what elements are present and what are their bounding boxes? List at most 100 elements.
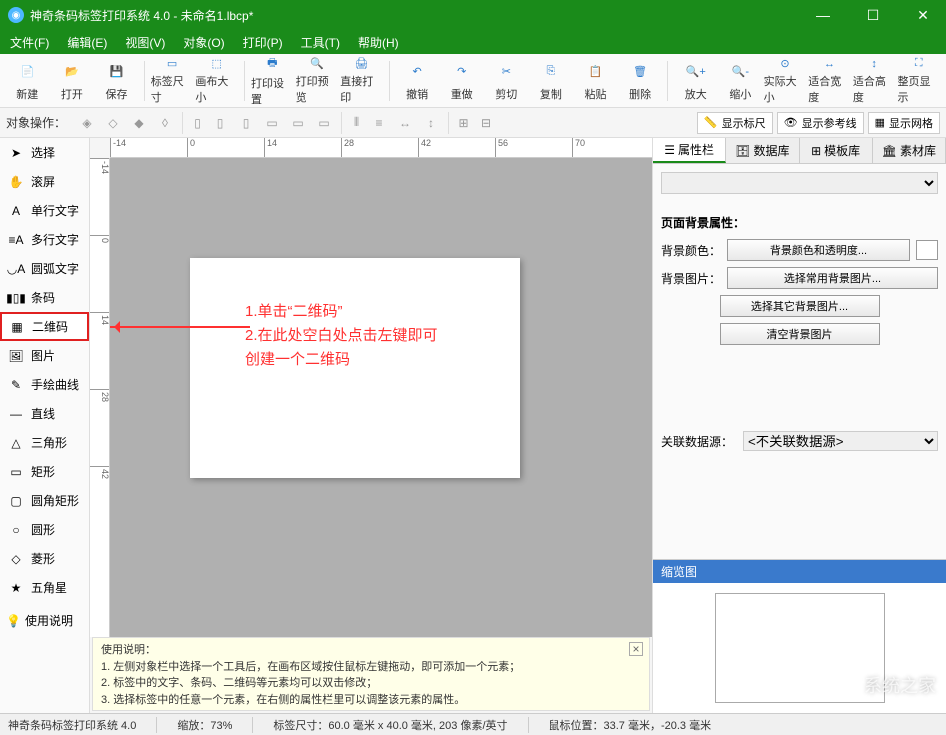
zoomin-button[interactable]: 🔍+放大 (674, 57, 717, 105)
object-tool-textA[interactable]: A单行文字 (0, 196, 89, 225)
bgcolor-label: 背景颜色： (661, 242, 721, 259)
align-top-icon[interactable]: ▭ (260, 112, 284, 134)
object-tool-image[interactable]: 🖼图片 (0, 341, 89, 370)
tab-3[interactable]: 🏛素材库 (873, 138, 946, 163)
undo-icon: ↶ (405, 60, 429, 84)
object-tool-qr[interactable]: ▦二维码 (0, 312, 89, 341)
menubar: 文件(F) 编辑(E) 视图(V) 对象(O) 打印(P) 工具(T) 帮助(H) (0, 30, 946, 54)
align-bottom-icon[interactable]: ▭ (312, 112, 336, 134)
object-tool-barcode[interactable]: ▮▯▮条码 (0, 283, 89, 312)
redo-button[interactable]: ↷重做 (440, 57, 483, 105)
menu-item[interactable]: 文件(F) (10, 34, 49, 51)
layer4-icon[interactable]: ◊ (153, 112, 177, 134)
menu-item[interactable]: 对象(O) (183, 34, 224, 51)
object-tool-hand[interactable]: ✋滚屏 (0, 167, 89, 196)
align-center-icon[interactable]: ▯ (208, 112, 232, 134)
object-tool-star[interactable]: ★五角星 (0, 573, 89, 602)
menu-item[interactable]: 帮助(H) (358, 34, 399, 51)
object-tool-textMulti[interactable]: ≡A多行文字 (0, 225, 89, 254)
maximize-button[interactable]: ☐ (858, 7, 888, 24)
window-title: 神奇条码标签打印系统 4.0 - 未命名1.lbcp* (30, 7, 808, 24)
group-icon[interactable]: ⊞ (448, 112, 472, 134)
object-tool-circle[interactable]: ○圆形 (0, 515, 89, 544)
bgcolor-swatch[interactable] (916, 240, 938, 260)
layer3-icon[interactable]: ◆ (127, 112, 151, 134)
menu-item[interactable]: 打印(P) (243, 34, 283, 51)
object-tool-textArc[interactable]: ◡A圆弧文字 (0, 254, 89, 283)
tab-1[interactable]: 🗄数据库 (726, 138, 799, 163)
zoomout-button[interactable]: 🔍-缩小 (719, 57, 762, 105)
hand-icon: ✋ (7, 173, 25, 191)
preview-button[interactable]: 🔍打印预览 (296, 57, 339, 105)
props-section-title: 页面背景属性： (661, 214, 938, 231)
main-toolbar: 📄新建📂打开💾保存 ▭标签尺寸⬚画布大小 🖶打印设置🔍打印预览🖨直接打印 ↶撤销↷重做… (0, 54, 946, 108)
cut-icon: ✂ (494, 60, 518, 84)
tab-icon: ⊞ (811, 144, 821, 158)
same-height-icon[interactable]: ↕ (419, 112, 443, 134)
bgimg-clear-button[interactable]: 清空背景图片 (720, 323, 880, 345)
close-button[interactable]: ✕ (908, 7, 938, 24)
toggle-ruler[interactable]: 📏显示标尺 (697, 112, 773, 134)
bgimg-label: 背景图片： (661, 270, 721, 287)
menu-item[interactable]: 编辑(E) (67, 34, 107, 51)
object-tool-rect[interactable]: ▭矩形 (0, 457, 89, 486)
bgimg-common-button[interactable]: 选择常用背景图片... (727, 267, 938, 289)
preview-header: 缩览图 (653, 560, 946, 583)
diamond-icon: ◇ (7, 550, 25, 568)
dist-v-icon[interactable]: ≡ (367, 112, 391, 134)
layer-icon[interactable]: ◈ (75, 112, 99, 134)
element-selector[interactable] (661, 172, 938, 194)
barcode-icon: ▮▯▮ (7, 289, 25, 307)
help-button[interactable]: 💡 使用说明 (0, 608, 89, 633)
label-canvas[interactable] (190, 258, 520, 478)
object-tool-line[interactable]: —直线 (0, 399, 89, 428)
open-button[interactable]: 📂打开 (51, 57, 94, 105)
tab-0[interactable]: ☰属性栏 (653, 138, 726, 163)
fitpage-icon: ⛶ (907, 57, 931, 71)
printset-icon: 🖶 (260, 54, 284, 73)
bgimg-other-button[interactable]: 选择其它背景图片... (720, 295, 880, 317)
hints-close-button[interactable]: × (629, 642, 643, 656)
dist-h-icon[interactable]: ⫴ (341, 112, 365, 134)
object-tool-cursor[interactable]: ➤选择 (0, 138, 89, 167)
minimize-button[interactable]: — (808, 7, 838, 24)
paste-button[interactable]: 📋粘贴 (574, 57, 617, 105)
ungroup-icon[interactable]: ⊟ (474, 112, 498, 134)
window-controls: — ☐ ✕ (808, 7, 938, 24)
hint-line-1: 1. 左侧对象栏中选择一个工具后，在画布区域按住鼠标左键拖动，即可添加一个元素； (101, 659, 641, 676)
layer2-icon[interactable]: ◇ (101, 112, 125, 134)
cut-button[interactable]: ✂剪切 (485, 57, 528, 105)
canvassize-icon: ⬚ (205, 57, 229, 71)
preview-icon: 🔍 (305, 57, 329, 71)
labelsize-button[interactable]: ▭标签尺寸 (151, 57, 194, 105)
toggle-grid[interactable]: ▦显示网格 (868, 112, 940, 134)
align-left-icon[interactable]: ▯ (182, 112, 206, 134)
fith-button[interactable]: ↕适合高度 (853, 57, 896, 105)
datasource-select[interactable]: <不关联数据源> (743, 431, 938, 451)
object-tool-diamond[interactable]: ◇菱形 (0, 544, 89, 573)
align-middle-icon[interactable]: ▭ (286, 112, 310, 134)
align-right-icon[interactable]: ▯ (234, 112, 258, 134)
delete-button[interactable]: 🗑删除 (619, 57, 662, 105)
canvas-viewport[interactable]: 1.单击“二维码” 2.在此处空白处点击左键即可 创建一个二维码 (110, 158, 652, 637)
object-tool-roundrect[interactable]: ▢圆角矩形 (0, 486, 89, 515)
actual-button[interactable]: ⊙实际大小 (764, 57, 807, 105)
object-tool-pen[interactable]: ✎手绘曲线 (0, 370, 89, 399)
fitpage-button[interactable]: ⛶整页显示 (897, 57, 940, 105)
canvassize-button[interactable]: ⬚画布大小 (195, 57, 238, 105)
toggle-guide[interactable]: 👁显示参考线 (777, 112, 864, 134)
save-button[interactable]: 💾保存 (95, 57, 138, 105)
copy-button[interactable]: ⎘复制 (530, 57, 573, 105)
fitw-button[interactable]: ↔适合宽度 (808, 57, 851, 105)
new-button[interactable]: 📄新建 (6, 57, 49, 105)
object-tool-triangle[interactable]: △三角形 (0, 428, 89, 457)
menu-item[interactable]: 工具(T) (301, 34, 340, 51)
undo-button[interactable]: ↶撤销 (396, 57, 439, 105)
menu-item[interactable]: 视图(V) (125, 34, 165, 51)
tab-icon: 🗄 (735, 144, 750, 158)
bgcolor-button[interactable]: 背景颜色和透明度... (727, 239, 910, 261)
printset-button[interactable]: 🖶打印设置 (251, 57, 294, 105)
print-button[interactable]: 🖨直接打印 (340, 57, 383, 105)
same-width-icon[interactable]: ↔ (393, 112, 417, 134)
tab-2[interactable]: ⊞模板库 (800, 138, 873, 163)
